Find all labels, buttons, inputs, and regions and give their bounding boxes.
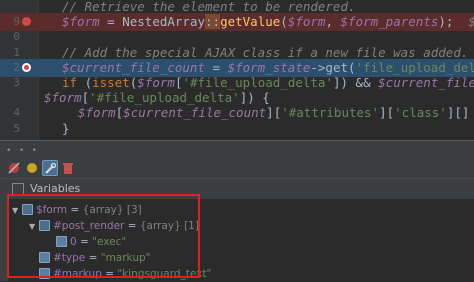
code-editor[interactable]: // Retrieve the element to be rendered. 9… (0, 0, 474, 140)
trash-icon (63, 163, 73, 174)
settings-button[interactable] (42, 160, 58, 176)
clear-button[interactable] (60, 160, 76, 176)
code-line[interactable]: 5} (0, 120, 474, 138)
view-breakpoints-button[interactable] (24, 160, 40, 176)
current-breakpoint-icon[interactable] (22, 62, 32, 73)
highlight-box (7, 194, 200, 278)
debug-toolbar (0, 158, 474, 178)
line-number: 5 (13, 121, 20, 135)
breakpoint-icon (27, 163, 37, 173)
code-text[interactable]: } (62, 120, 70, 138)
panel-splitter[interactable]: • • • (0, 140, 474, 160)
splitter-grip: • • • (6, 146, 39, 156)
mute-icon (8, 162, 20, 174)
mute-breakpoints-button[interactable] (6, 160, 22, 176)
wrench-icon (45, 162, 57, 174)
breakpoint-icon[interactable] (22, 17, 32, 27)
